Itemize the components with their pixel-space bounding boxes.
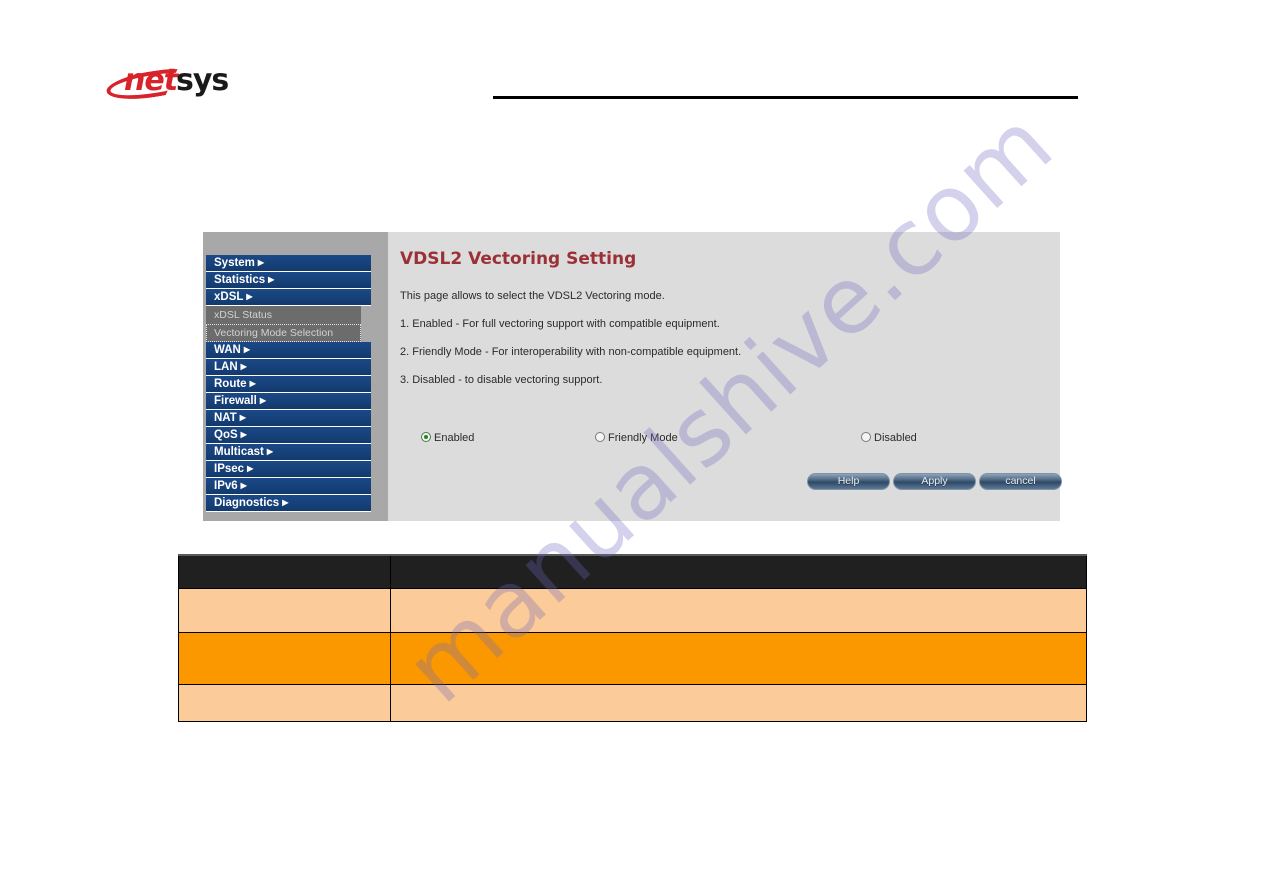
table-cell-parameter (178, 631, 391, 685)
mode-description-enabled: 1. Enabled - For full vectoring support … (400, 318, 720, 330)
chevron-right-icon: ▶ (240, 481, 247, 490)
chevron-right-icon: ▶ (249, 379, 256, 388)
radio-button-friendly-mode[interactable] (595, 432, 605, 442)
submenu-item-label: Vectoring Mode Selection (214, 327, 334, 339)
chevron-right-icon: ▶ (247, 464, 254, 473)
chevron-right-icon: ▶ (240, 430, 247, 439)
submenu-item-xdsl-status[interactable]: xDSL Status (206, 306, 361, 324)
radio-button-enabled[interactable] (421, 432, 431, 442)
chevron-right-icon: ▶ (240, 362, 247, 371)
table-cell-description (390, 683, 1087, 722)
radio-label-friendly-mode: Friendly Mode (608, 432, 678, 444)
router-web-ui-panel: System ▶ Statistics ▶ xDSL ▶ xDSL Status Ve… (203, 232, 1062, 521)
sidebar-item-wan[interactable]: WAN ▶ (206, 342, 371, 359)
sidebar-item-label: IPv6 (214, 480, 238, 492)
sidebar-item-system[interactable]: System ▶ (206, 255, 371, 272)
submenu-item-vectoring-mode-selection[interactable]: Vectoring Mode Selection (206, 324, 361, 342)
apply-button[interactable]: Apply (893, 473, 976, 490)
sidebar-item-label: IPsec (214, 463, 245, 475)
help-button[interactable]: Help (807, 473, 890, 490)
navigation-sidebar: System ▶ Statistics ▶ xDSL ▶ xDSL Status Ve… (203, 232, 388, 521)
settings-content-pane: VDSL2 Vectoring Setting This page allows… (388, 232, 1062, 521)
chevron-right-icon: ▶ (259, 396, 266, 405)
sidebar-item-label: xDSL (214, 291, 244, 303)
table-cell-parameter (178, 587, 391, 633)
sidebar-item-label: Firewall (214, 395, 257, 407)
sidebar-item-qos[interactable]: QoS ▶ (206, 427, 371, 444)
mode-description-friendly: 2. Friendly Mode - For interoperability … (400, 346, 742, 358)
xdsl-submenu: xDSL Status Vectoring Mode Selection (206, 306, 361, 342)
page-description: This page allows to select the VDSL2 Vec… (400, 290, 665, 302)
parameter-description-table (178, 554, 1087, 722)
sidebar-item-label: Statistics (214, 274, 266, 286)
radio-option-enabled[interactable]: Enabled (421, 432, 474, 444)
sidebar-item-nat[interactable]: NAT ▶ (206, 410, 371, 427)
radio-button-disabled[interactable] (861, 432, 871, 442)
chevron-right-icon: ▶ (268, 275, 275, 284)
sidebar-item-route[interactable]: Route ▶ (206, 376, 371, 393)
table-header-cell-description (390, 554, 1087, 589)
vectoring-mode-radio-group: Enabled Friendly Mode Disabled (388, 432, 1060, 452)
sidebar-menu-list: System ▶ Statistics ▶ xDSL ▶ xDSL Status Ve… (206, 255, 371, 512)
sidebar-item-label: NAT (214, 412, 237, 424)
mode-description-disabled: 3. Disabled - to disable vectoring suppo… (400, 374, 603, 386)
table-row (178, 683, 1087, 722)
sidebar-item-ipv6[interactable]: IPv6 ▶ (206, 478, 371, 495)
table-header-row (178, 554, 1087, 589)
sidebar-item-firewall[interactable]: Firewall ▶ (206, 393, 371, 410)
sidebar-item-label: Diagnostics (214, 497, 280, 509)
sidebar-item-label: System (214, 257, 255, 269)
sidebar-item-ipsec[interactable]: IPsec ▶ (206, 461, 371, 478)
sidebar-item-label: Route (214, 378, 247, 390)
sidebar-item-label: LAN (214, 361, 238, 373)
netsys-logo: net sys (106, 55, 246, 100)
chevron-right-icon: ▶ (257, 258, 265, 267)
header-divider (493, 96, 1078, 99)
table-cell-description (390, 631, 1087, 685)
chevron-right-icon: ▶ (239, 413, 246, 422)
chevron-right-icon: ▶ (282, 498, 289, 507)
logo-text-net: net (124, 63, 178, 98)
sidebar-item-xdsl[interactable]: xDSL ▶ (206, 289, 371, 306)
document-header: net sys (0, 0, 1263, 120)
table-row (178, 631, 1087, 685)
radio-label-enabled: Enabled (434, 432, 475, 444)
table-header-cell-parameter (178, 554, 391, 589)
table-cell-parameter (178, 683, 391, 722)
radio-option-friendly-mode[interactable]: Friendly Mode (595, 432, 678, 444)
sidebar-item-diagnostics[interactable]: Diagnostics ▶ (206, 495, 371, 512)
table-row (178, 587, 1087, 633)
sidebar-item-label: QoS (214, 429, 238, 441)
sidebar-item-statistics[interactable]: Statistics ▶ (206, 272, 371, 289)
cancel-button[interactable]: cancel (979, 473, 1062, 490)
page-title: VDSL2 Vectoring Setting (400, 249, 637, 269)
logo-text-sys: sys (176, 63, 229, 98)
chevron-right-icon: ▶ (266, 447, 273, 456)
chevron-right-icon: ▶ (246, 292, 253, 301)
action-button-row: Help Apply cancel (388, 473, 1062, 495)
chevron-right-icon: ▶ (243, 345, 250, 354)
sidebar-item-label: Multicast (214, 446, 264, 458)
sidebar-item-lan[interactable]: LAN ▶ (206, 359, 371, 376)
radio-label-disabled: Disabled (874, 432, 917, 444)
sidebar-item-multicast[interactable]: Multicast ▶ (206, 444, 371, 461)
submenu-item-label: xDSL Status (214, 309, 272, 321)
sidebar-item-label: WAN (214, 344, 241, 356)
table-cell-description (390, 587, 1087, 633)
radio-option-disabled[interactable]: Disabled (861, 432, 917, 444)
